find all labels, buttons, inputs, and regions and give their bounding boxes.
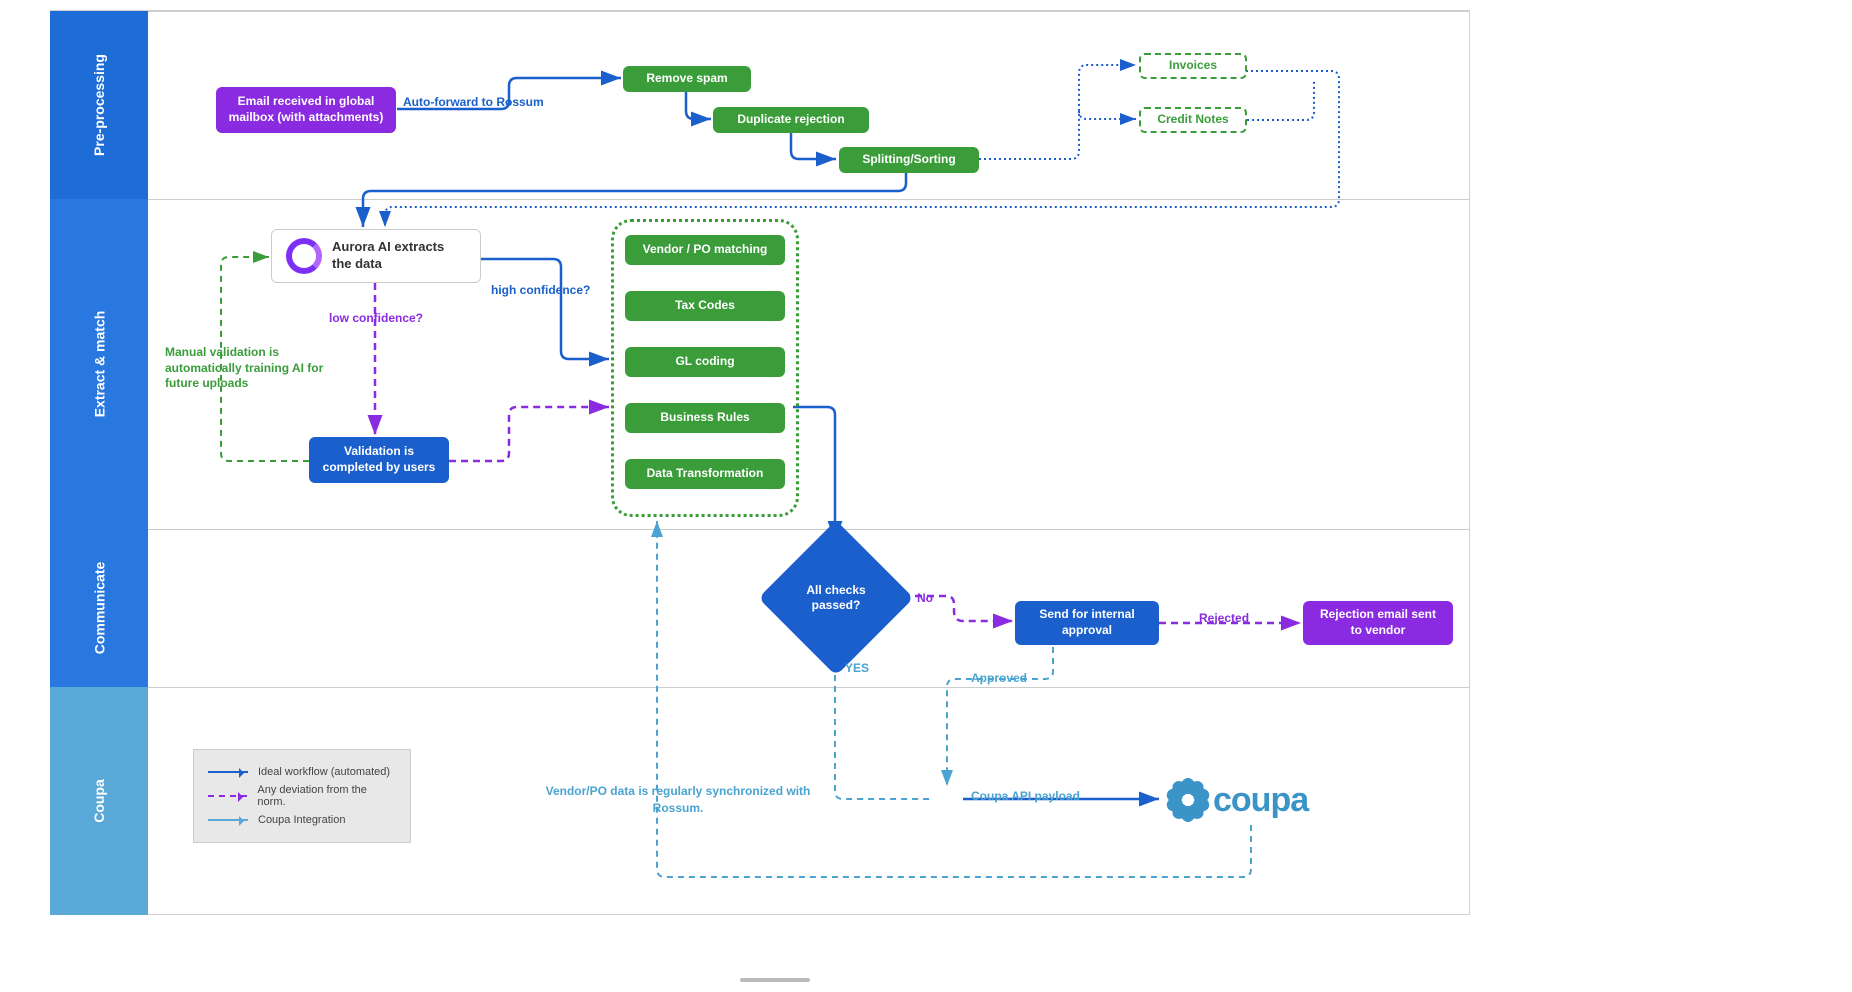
duplicate-rejection-node: Duplicate rejection bbox=[713, 107, 869, 133]
business-rules-node: Business Rules bbox=[625, 403, 785, 433]
validation-node: Validation is completed by users bbox=[309, 437, 449, 483]
rejection-email-node: Rejection email sent to vendor bbox=[1303, 601, 1453, 645]
drag-handle[interactable] bbox=[740, 978, 810, 982]
credit-notes-node: Credit Notes bbox=[1139, 107, 1247, 133]
auto-forward-label: Auto-forward to Rossum bbox=[403, 95, 544, 109]
lane-extract-label: Extract & match bbox=[50, 199, 148, 529]
low-confidence-label: low confidence? bbox=[329, 311, 423, 325]
lane-preprocessing-label: Pre-processing bbox=[50, 11, 148, 199]
gl-coding-node: GL coding bbox=[625, 347, 785, 377]
data-transform-node: Data Transformation bbox=[625, 459, 785, 489]
legend-ideal: Ideal workflow (automated) bbox=[208, 766, 396, 778]
approved-label: Approved bbox=[971, 671, 1027, 685]
no-label: No bbox=[917, 591, 933, 605]
rejected-label: Rejected bbox=[1199, 611, 1249, 625]
legend: Ideal workflow (automated) Any deviation… bbox=[193, 749, 411, 843]
coupa-flower-icon bbox=[1167, 779, 1209, 821]
api-payload-label: Coupa API payload bbox=[971, 789, 1080, 803]
yes-label: YES bbox=[845, 661, 869, 675]
workflow-diagram: Pre-processing Extract & match Communica… bbox=[50, 10, 1470, 915]
manual-train-label: Manual validation is automatically train… bbox=[165, 345, 335, 392]
invoices-node: Invoices bbox=[1139, 53, 1247, 79]
coupa-logo: coupa bbox=[1167, 779, 1308, 821]
legend-coupa: Coupa Integration bbox=[208, 814, 396, 826]
vendor-po-node: Vendor / PO matching bbox=[625, 235, 785, 265]
lane-communicate-label: Communicate bbox=[50, 529, 148, 687]
high-confidence-label: high confidence? bbox=[491, 283, 590, 297]
tax-codes-node: Tax Codes bbox=[625, 291, 785, 321]
arrow-icon bbox=[208, 771, 248, 773]
email-received-node: Email received in global mailbox (with a… bbox=[216, 87, 396, 133]
arrow-icon bbox=[208, 819, 248, 821]
lane-coupa-label: Coupa bbox=[50, 687, 148, 915]
sync-note-label: Vendor/PO data is regularly synchronized… bbox=[543, 783, 813, 817]
aurora-icon bbox=[286, 238, 322, 274]
aurora-ai-node: Aurora AI extracts the data bbox=[271, 229, 481, 283]
legend-deviation: Any deviation from the norm. bbox=[208, 784, 396, 808]
all-checks-decision: All checks passed? bbox=[781, 543, 891, 653]
send-approval-node: Send for internal approval bbox=[1015, 601, 1159, 645]
remove-spam-node: Remove spam bbox=[623, 66, 751, 92]
arrow-icon bbox=[208, 795, 247, 797]
splitting-sorting-node: Splitting/Sorting bbox=[839, 147, 979, 173]
